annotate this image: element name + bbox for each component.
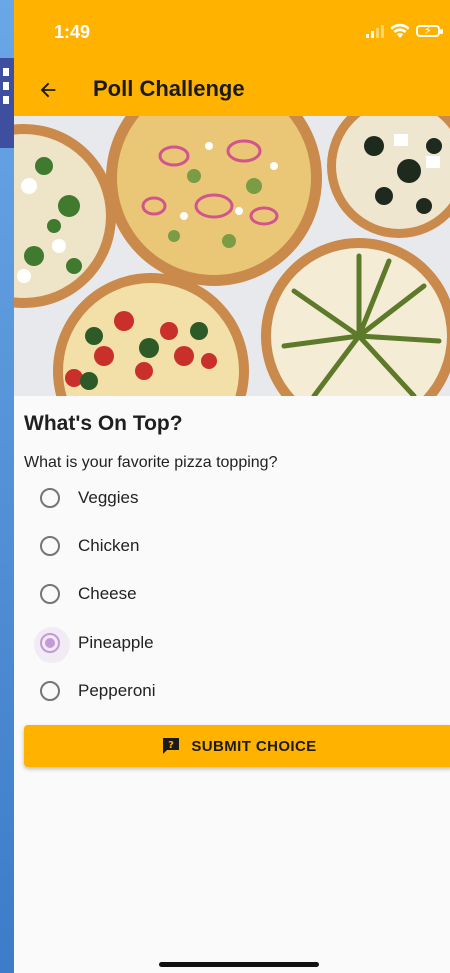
app-bar: Poll Challenge: [14, 62, 450, 116]
option-label: Cheese: [78, 584, 137, 603]
battery-charging-icon: ⚡: [416, 25, 443, 37]
option-label: Pepperoni: [78, 681, 156, 700]
submit-choice-button[interactable]: ? SUBMIT CHOICE: [24, 725, 450, 767]
page-title: Poll Challenge: [93, 76, 245, 101]
svg-text:?: ?: [168, 740, 174, 751]
arrow-left-icon: [40, 82, 56, 98]
status-time: 1:49: [54, 22, 91, 42]
back-button[interactable]: [32, 74, 64, 106]
home-indicator[interactable]: [159, 962, 319, 967]
radio-focus-halo: [34, 627, 70, 663]
pizza-hero-image: [14, 116, 450, 396]
option-label: Veggies: [78, 488, 139, 507]
option-chicken[interactable]: Chicken: [40, 528, 420, 564]
poll-title: What's On Top?: [24, 412, 183, 435]
radio-button[interactable]: [40, 681, 60, 701]
phone-screen: 1:49 ⚡ Poll Challenge What's On Top? Wha…: [14, 0, 450, 973]
option-veggies[interactable]: Veggies: [40, 480, 420, 516]
radio-button[interactable]: [40, 584, 60, 604]
radio-button-selected[interactable]: [34, 627, 70, 663]
option-pineapple[interactable]: Pineapple: [34, 625, 420, 663]
status-icons: ⚡: [366, 22, 443, 40]
option-cheese[interactable]: Cheese: [40, 576, 420, 612]
submit-button-label: SUBMIT CHOICE: [191, 737, 317, 755]
feedback-question-icon: ?: [163, 738, 180, 754]
option-label: Pineapple: [78, 633, 154, 652]
poll-question: What is your favorite pizza topping?: [24, 454, 278, 471]
status-bar: 1:49 ⚡: [14, 0, 450, 62]
desktop-background-building: [0, 58, 14, 148]
pizza-photo: [14, 116, 450, 396]
signal-icon: [366, 24, 384, 38]
option-label: Chicken: [78, 536, 140, 555]
option-pepperoni[interactable]: Pepperoni: [40, 673, 420, 709]
radio-button[interactable]: [40, 536, 60, 556]
radio-button[interactable]: [40, 488, 60, 508]
wifi-icon: [390, 23, 410, 38]
